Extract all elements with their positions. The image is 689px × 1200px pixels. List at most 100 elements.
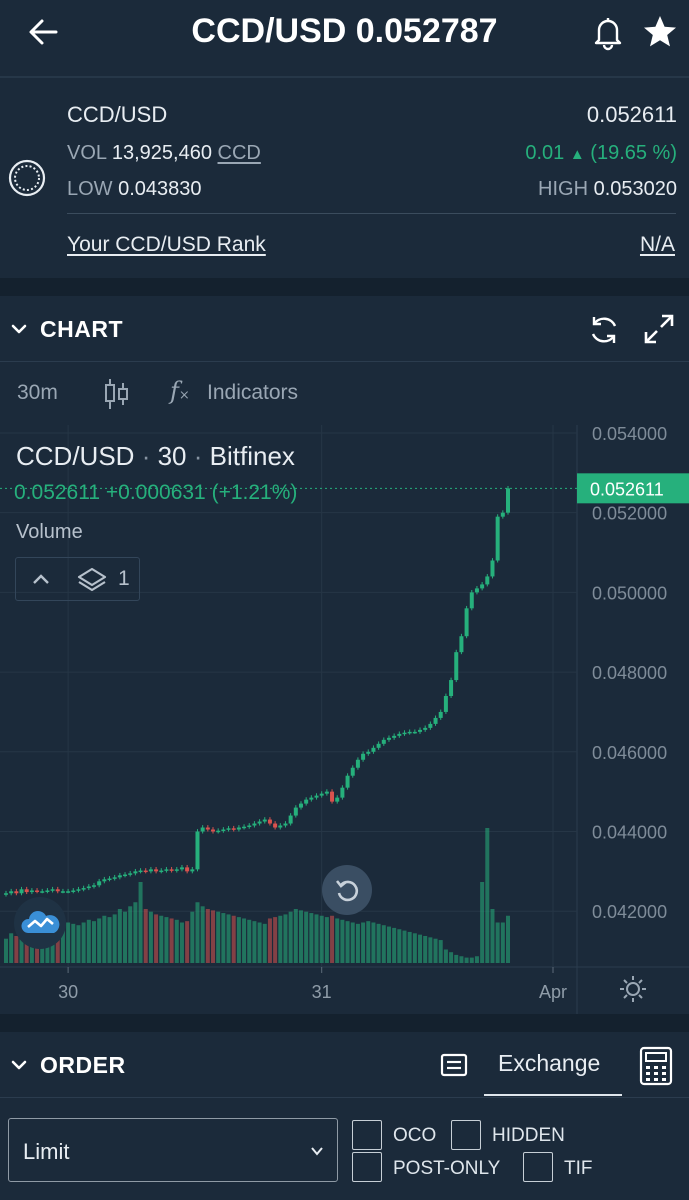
reset-chart-button[interactable]	[322, 865, 372, 915]
post-only-checkbox[interactable]	[352, 1152, 382, 1182]
candle-body	[81, 888, 86, 890]
candle-body	[355, 759, 360, 768]
candle-body	[117, 875, 122, 878]
tif-label: TIF	[564, 1158, 593, 1179]
candle-body	[449, 680, 454, 696]
legend-exchange: Bitfinex	[209, 441, 295, 471]
chart-plot[interactable]: 0.054000 0.052000 0.050000 0.048000 0.046000…	[0, 425, 689, 1014]
volume-bar	[190, 911, 195, 963]
candle-body	[366, 751, 371, 754]
volume-bar	[231, 915, 236, 963]
low-value: 0.043830	[118, 178, 202, 200]
x-tick-label: 31	[312, 982, 332, 1002]
hidden-checkbox[interactable]	[451, 1120, 481, 1150]
tradingview-logo[interactable]	[14, 897, 66, 949]
arrow-left-icon[interactable]	[22, 14, 66, 50]
oco-checkbox[interactable]	[352, 1120, 382, 1150]
candles-icon[interactable]	[102, 377, 130, 411]
candle-body	[428, 723, 433, 728]
candle-body	[324, 791, 329, 794]
volume-bar	[267, 918, 272, 963]
triangle-up-icon: ▲	[569, 146, 585, 163]
chevron-up-icon[interactable]	[30, 570, 52, 588]
price-chart-svg[interactable]: 0.054000 0.052000 0.050000 0.048000 0.046000…	[0, 425, 689, 1014]
candle-body	[293, 807, 298, 816]
vol-unit-link[interactable]: CCD	[218, 142, 261, 164]
candle-body	[35, 890, 40, 892]
volume-bar	[314, 914, 319, 963]
volume-bar	[216, 911, 221, 963]
volume-bar	[293, 909, 298, 963]
undo-icon	[335, 880, 359, 902]
legend-interval: 30	[157, 441, 187, 471]
candle-body	[211, 829, 216, 832]
tab-exchange[interactable]: Exchange	[484, 1032, 622, 1096]
volume-bar	[138, 882, 143, 963]
settings-sun-icon[interactable]	[619, 975, 647, 1003]
chart-legend-title: CCD/USD · 30 · Bitfinex	[16, 441, 295, 472]
volume-bar	[262, 923, 267, 963]
volume-bar	[412, 933, 417, 963]
order-section: ORDER Exchange Limit OCO HIDDEN POST-ONL…	[0, 1032, 689, 1200]
refresh-icon[interactable]	[586, 312, 622, 348]
chevron-down-icon[interactable]	[10, 322, 28, 336]
candle-body	[392, 735, 397, 738]
volume-bar	[195, 902, 200, 963]
candle-body	[469, 592, 474, 609]
chart-header[interactable]: CHART	[0, 296, 689, 362]
app-header: CCD/USD 0.052787	[0, 0, 689, 64]
ticker-pair: CCD/USD	[67, 102, 168, 127]
volume-bar	[185, 921, 190, 963]
section-gap-2	[0, 1014, 689, 1032]
volume-bar	[278, 915, 283, 963]
rank-value[interactable]: N/A	[640, 233, 675, 257]
layers-icon[interactable]	[76, 566, 108, 594]
volume-bar	[97, 918, 102, 963]
volume-bar	[376, 923, 381, 963]
volume-bar	[454, 954, 459, 963]
candle-body	[283, 823, 288, 826]
candle-body	[386, 737, 391, 740]
volume-bar	[164, 917, 169, 963]
volume-bar	[236, 917, 241, 963]
candle-body	[412, 731, 417, 734]
volume-bar	[350, 922, 355, 963]
volume-bar	[133, 902, 138, 963]
volume-bar	[102, 915, 107, 963]
vol-label: VOL	[67, 142, 107, 164]
chevron-down-icon[interactable]	[10, 1058, 28, 1072]
tif-checkbox[interactable]	[523, 1152, 553, 1182]
volume-bar	[9, 933, 14, 963]
candle-body	[66, 891, 71, 893]
candle-body	[288, 815, 293, 824]
interval-button[interactable]: 30m	[17, 381, 58, 405]
volume-bar	[148, 911, 153, 963]
candle-body	[506, 488, 510, 513]
order-header[interactable]: ORDER Exchange	[0, 1032, 689, 1098]
volume-bar	[179, 922, 184, 963]
order-list-icon[interactable]	[440, 1052, 468, 1078]
fullscreen-icon[interactable]	[642, 312, 676, 346]
candle-body	[330, 791, 335, 802]
candle-body	[309, 797, 314, 800]
y-tick-label: 0.048000	[592, 663, 667, 683]
volume-bar	[247, 919, 252, 963]
candle-body	[174, 869, 179, 871]
star-icon[interactable]	[640, 12, 680, 52]
candle-body	[350, 767, 355, 776]
change-pct: (19.65 %)	[590, 142, 677, 164]
calculator-icon[interactable]	[638, 1046, 674, 1086]
volume-bar	[443, 949, 448, 963]
chart-section: CHART 30m f× Indicators 0.054000 0.052000…	[0, 296, 689, 1014]
bell-icon[interactable]	[588, 12, 628, 52]
rank-link[interactable]: Your CCD/USD Rank	[67, 233, 266, 257]
order-type-select[interactable]: Limit	[8, 1118, 338, 1182]
chart-legend-values: 0.052611 +0.000631 (+1.21%)	[14, 481, 297, 505]
candle-body	[169, 869, 174, 871]
function-icon[interactable]: f×	[170, 377, 190, 405]
indicators-button[interactable]: Indicators	[207, 381, 298, 405]
candle-body	[29, 890, 34, 893]
y-tick-label: 0.050000	[592, 583, 667, 603]
candle-body	[267, 819, 272, 824]
volume-bar	[211, 910, 216, 963]
